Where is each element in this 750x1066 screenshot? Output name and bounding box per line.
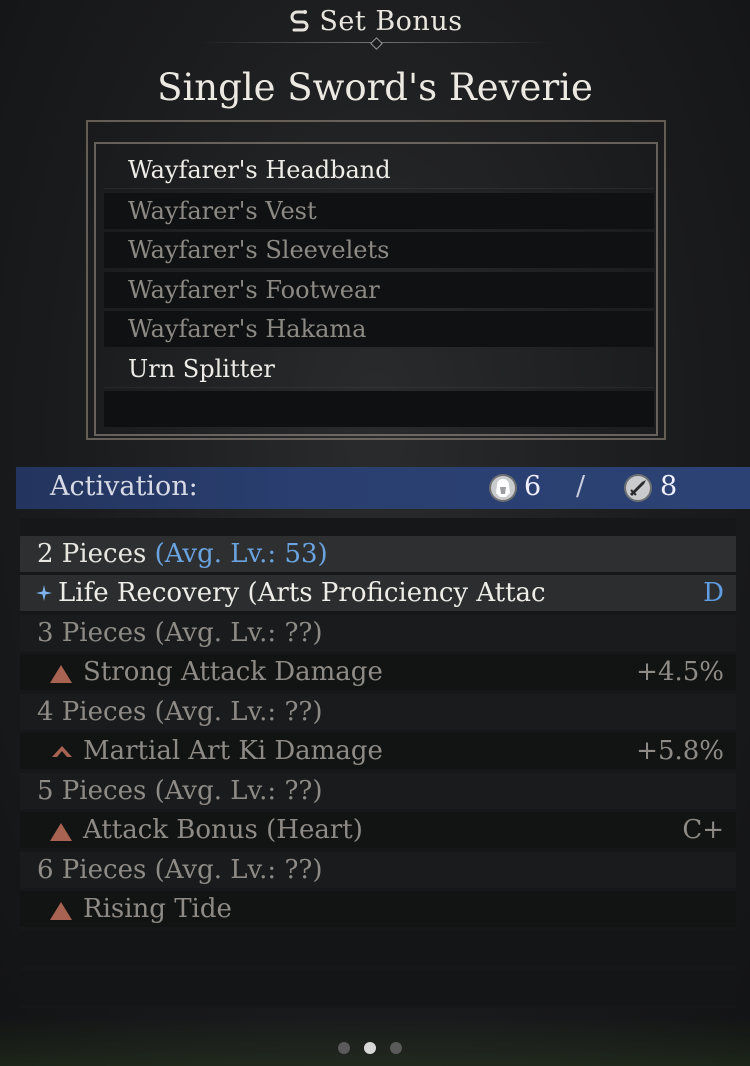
- triangle-up-icon: [50, 823, 72, 841]
- piece-list: Wayfarer's Headband Wayfarer's Vest Wayf…: [104, 152, 654, 431]
- bonus-tier-label: 5 Pieces: [37, 776, 147, 806]
- page-dot[interactable]: [338, 1042, 350, 1054]
- bonus-empty-row: [20, 970, 736, 1006]
- bonus-effect-value: +4.5%: [636, 657, 724, 687]
- bonus-tier-level: (Avg. Lv.: ??): [154, 618, 323, 648]
- bonus-tier-level: (Avg. Lv.: ??): [154, 697, 323, 727]
- bonus-effect-row[interactable]: Strong Attack Damage +4.5%: [20, 654, 736, 690]
- bonus-tier-label: 6 Pieces: [37, 855, 147, 885]
- chevron-up-icon: [52, 746, 72, 757]
- triangle-up-icon: [50, 665, 72, 683]
- total-count: 8: [660, 471, 678, 502]
- page-indicator: [336, 1040, 408, 1056]
- set-link-icon: [290, 9, 309, 31]
- bonus-effect-row[interactable]: Rising Tide: [20, 891, 736, 927]
- activation-bar: Activation: 6 / 8: [16, 467, 750, 509]
- bonus-effect-label: Strong Attack Damage: [83, 657, 383, 687]
- piece-item[interactable]: Wayfarer's Hakama: [104, 311, 654, 347]
- bonus-tier-level: (Avg. Lv.: ??): [154, 776, 323, 806]
- piece-item-empty: [104, 391, 654, 427]
- bonus-tier-header: 4 Pieces (Avg. Lv.: ??): [20, 694, 736, 730]
- bonus-tier-label: 2 Pieces: [37, 539, 147, 569]
- bonus-effect-label: Life Recovery (Arts Proficiency Attac: [58, 578, 546, 608]
- page-dot-active[interactable]: [364, 1042, 376, 1054]
- header: Set Bonus: [0, 0, 750, 60]
- bonus-effect-row[interactable]: Martial Art Ki Damage +5.8%: [20, 733, 736, 769]
- piece-item[interactable]: Wayfarer's Vest: [104, 192, 654, 229]
- piece-item[interactable]: Wayfarer's Sleevelets: [104, 232, 654, 268]
- bonus-tier-header: 2 Pieces (Avg. Lv.: 53): [20, 536, 736, 572]
- header-divider-ornament: [370, 37, 383, 50]
- bonus-empty-row: [20, 931, 736, 967]
- spark-icon: [36, 585, 52, 601]
- bonus-tier-label: 3 Pieces: [37, 618, 147, 648]
- triangle-up-icon: [50, 902, 72, 920]
- piece-item[interactable]: Wayfarer's Footwear: [104, 271, 654, 308]
- bonus-effect-value: C+: [682, 815, 724, 845]
- bonus-effect-row[interactable]: Attack Bonus (Heart) C+: [20, 812, 736, 848]
- bonus-tier-header: 3 Pieces (Avg. Lv.: ??): [20, 615, 736, 651]
- bonus-effect-label: Attack Bonus (Heart): [83, 815, 363, 845]
- activation-separator: /: [576, 471, 586, 502]
- bonus-tier-header: 6 Pieces (Avg. Lv.: ??): [20, 852, 736, 888]
- bonus-effect-label: Rising Tide: [83, 894, 232, 924]
- bonus-effect-value: D: [703, 578, 724, 608]
- piece-item[interactable]: Urn Splitter: [104, 351, 654, 388]
- armor-icon: [489, 474, 517, 502]
- weapon-icon: [624, 474, 652, 502]
- bonus-tier-level: (Avg. Lv.: ??): [154, 855, 323, 885]
- activation-label: Activation:: [50, 471, 198, 502]
- bonus-effect-value: +5.8%: [636, 736, 724, 766]
- set-name: Single Sword's Reverie: [157, 66, 593, 109]
- piece-item[interactable]: Wayfarer's Headband: [104, 152, 654, 189]
- bonus-tier-header: 5 Pieces (Avg. Lv.: ??): [20, 773, 736, 809]
- header-title-text: Set Bonus: [319, 6, 463, 37]
- equipped-count: 6: [524, 471, 542, 502]
- bonus-tier-level: (Avg. Lv.: 53): [154, 539, 328, 569]
- bonus-tier-label: 4 Pieces: [37, 697, 147, 727]
- bonus-effect-label: Martial Art Ki Damage: [83, 736, 383, 766]
- header-title: Set Bonus: [0, 6, 750, 37]
- bonus-effect-row[interactable]: Life Recovery (Arts Proficiency Attac D: [20, 575, 736, 611]
- page-dot[interactable]: [390, 1042, 402, 1054]
